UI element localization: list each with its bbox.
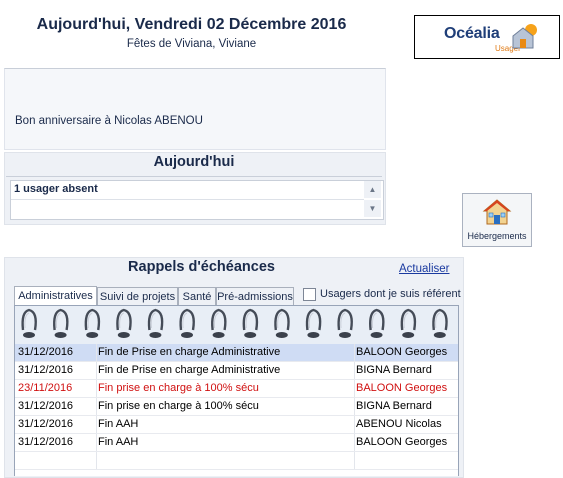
spiral-ring [242,308,259,338]
today-title: Aujourd'hui [153,154,235,170]
divider [11,199,364,200]
cell-person: BIGNA Bernard [356,364,432,376]
spiral-ring [369,308,385,338]
reminders-title: Rappels d'échéances [128,259,275,275]
spiral-ring [53,308,69,338]
cell-person: ABENOU Nicolas [356,418,442,430]
table-row[interactable]: 31/12/2016 Fin prise en charge à 100% séc… [15,398,458,416]
scroll-down-button[interactable]: ▼ [364,200,381,217]
table-row[interactable]: 31/12/2016 Fin AAH BALOON Georges [15,434,458,452]
page-title: Aujourd'hui, Vendredi 02 Décembre 2016 [36,16,347,33]
grid-line [354,452,355,470]
grid-line [96,398,97,416]
spiral-ring [116,308,132,338]
cell-label: Fin de Prise en charge Administrative [98,364,281,376]
grid-line [354,434,355,452]
table-row[interactable] [15,452,458,470]
cell-date: 23/11/2016 [18,382,73,394]
grid-line [15,469,458,470]
referent-checkbox-label: Usagers dont je suis référent [320,288,461,300]
cell-person: BIGNA Bernard [356,400,432,412]
spiral-ring [337,308,353,338]
cell-date: 31/12/2016 [18,364,74,376]
cell-label: Fin AAH [98,418,139,430]
grid-line [354,398,355,416]
refresh-link[interactable]: Actualiser [399,263,450,275]
spiral-ring [84,308,101,338]
grid-line [96,416,97,434]
scroll-up-button[interactable]: ▲ [364,181,381,198]
hebergements-button[interactable]: Hébergements [462,193,532,247]
cell-label: Fin prise en charge à 100% sécu [98,400,259,412]
spiral-ring [211,308,227,338]
spiral-ring [274,308,290,338]
cell-date: 31/12/2016 [18,346,74,358]
birthday-panel [4,68,386,150]
cell-label: Fin prise en charge à 100% sécu [98,382,259,394]
cell-date: 31/12/2016 [18,418,74,430]
grid-line [354,416,355,434]
cell-date: 31/12/2016 [18,400,74,412]
grid-line [354,380,355,398]
saints-day-subtitle: Fêtes de Viviana, Viviane [126,38,257,50]
cell-date: 31/12/2016 [18,436,74,448]
scroll-up-arrow-icon: ▲ [368,185,377,194]
table-row[interactable]: 31/12/2016 Fin de Prise en charge Adminis… [15,344,458,362]
spiral-ring [147,308,164,338]
grid-line [96,362,97,380]
spiral-ring [432,308,448,338]
divider [6,176,382,177]
cell-label: Fin AAH [98,436,139,448]
tab-sante[interactable]: Santé [178,287,216,305]
spiral-ring [400,308,417,338]
spiral-binding-graphic [21,308,448,338]
logo-mark-icon [512,24,537,49]
grid-line [96,434,97,452]
spiral-ring [179,308,195,338]
tab-administratives[interactable]: Administratives [14,286,97,305]
house-icon [482,199,512,225]
tab-pre-admissions[interactable]: Pré-admissions [216,287,294,305]
table-row[interactable]: 31/12/2016 Fin de Prise en charge Adminis… [15,362,458,380]
scroll-down-arrow-icon: ▼ [368,204,377,213]
ocealia-logo: Océalia Usager [414,15,560,59]
cell-person: BALOON Georges [356,346,448,358]
table-row[interactable]: 31/12/2016 Fin AAH ABENOU Nicolas [15,416,458,434]
referent-checkbox[interactable] [303,288,316,301]
grid-line [96,344,97,362]
birthday-message: Bon anniversaire à Nicolas ABENOU [15,115,203,127]
absent-users-item[interactable]: 1 usager absent [14,183,98,195]
grid-line [354,344,355,362]
logo-brand: Océalia [444,25,500,42]
grid-line [96,380,97,398]
cell-person: BALOON Georges [356,382,448,394]
tab-suivi-projets[interactable]: Suivi de projets [97,287,178,305]
reminders-table[interactable]: 31/12/2016 Fin de Prise en charge Adminis… [14,344,459,476]
cell-label: Fin de Prise en charge Administrative [98,346,281,358]
spiral-binding [14,305,459,345]
spiral-ring [305,308,322,338]
grid-line [354,362,355,380]
spiral-ring [21,308,37,338]
grid-line [96,452,97,470]
cell-person: BALOON Georges [356,436,448,448]
table-row[interactable]: 23/11/2016 Fin prise en charge à 100% séc… [15,380,458,398]
hebergements-label: Hébergements [467,231,527,241]
